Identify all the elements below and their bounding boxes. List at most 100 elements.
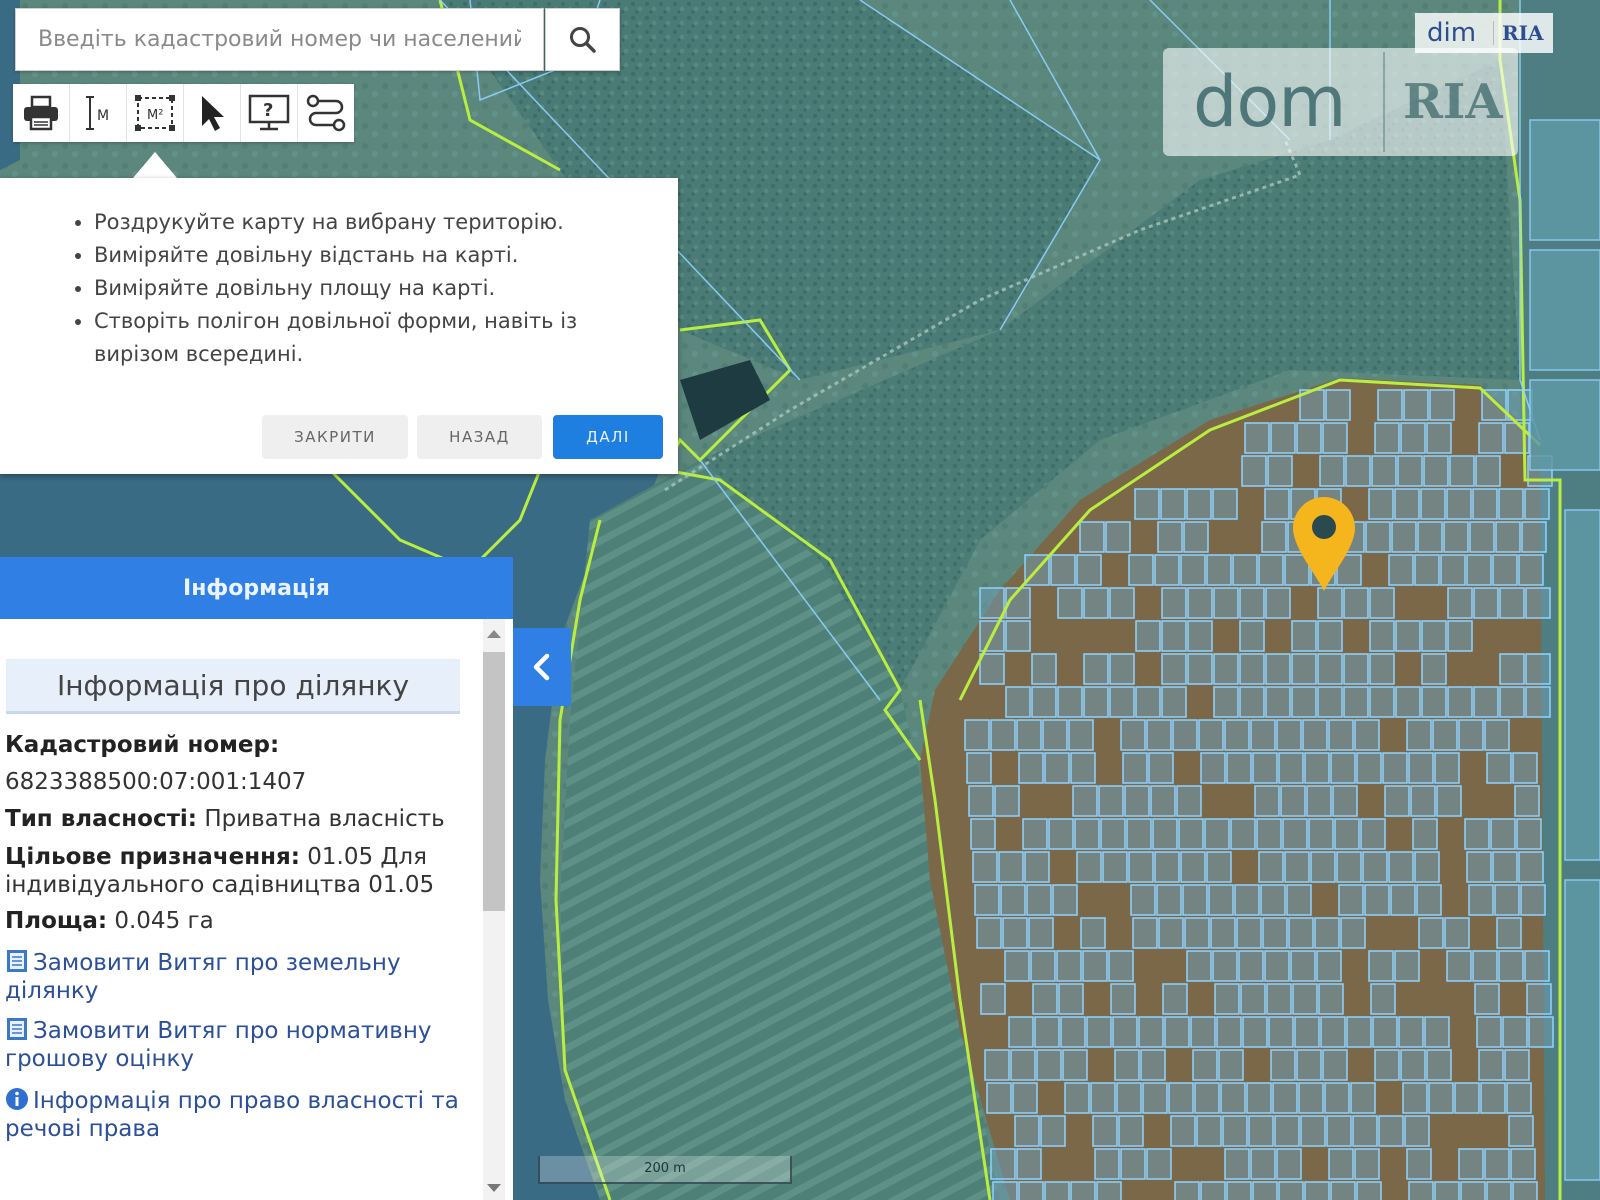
parcel-cell[interactable]: [976, 917, 1002, 949]
parcel-cell[interactable]: [1122, 752, 1148, 784]
parcel-cell[interactable]: [1292, 983, 1318, 1015]
parcel-cell[interactable]: [1332, 785, 1358, 817]
parcel-cell[interactable]: [1208, 884, 1234, 916]
scroll-up-arrow-icon[interactable]: [487, 630, 501, 638]
select-tool-button[interactable]: [184, 84, 241, 142]
parcel-cell[interactable]: [1028, 917, 1054, 949]
parcel-cell[interactable]: [1338, 884, 1364, 916]
parcel-cell[interactable]: [1423, 455, 1449, 487]
parcel-cell[interactable]: [1056, 950, 1082, 982]
parcel-cell[interactable]: [972, 851, 998, 883]
parcel-cell[interactable]: [1062, 1049, 1088, 1081]
parcel-cell[interactable]: [1158, 917, 1184, 949]
parcel-cell[interactable]: [1083, 653, 1109, 685]
parcel-cell[interactable]: [1186, 950, 1212, 982]
order-valuation-extract-link[interactable]: Замовити Витяг про нормативну грошову оц…: [5, 1017, 475, 1073]
parcel-cell[interactable]: [1318, 983, 1344, 1015]
parcel-cell[interactable]: [1520, 884, 1546, 916]
parcel-cell[interactable]: [1076, 851, 1102, 883]
parcel-cell[interactable]: [1384, 785, 1410, 817]
parcel-cell[interactable]: [1187, 653, 1213, 685]
parcel-cell[interactable]: [966, 752, 992, 784]
parcel-cell[interactable]: [1250, 719, 1276, 751]
parcel-cell[interactable]: [1478, 422, 1504, 454]
parcel-cell[interactable]: [1466, 851, 1492, 883]
parcel-cell[interactable]: [1010, 1049, 1036, 1081]
parcel-cell[interactable]: [1060, 1016, 1086, 1048]
parcel-cell[interactable]: [1220, 1082, 1246, 1114]
parcel-cell[interactable]: [1182, 884, 1208, 916]
parcel-cell[interactable]: [1498, 950, 1524, 982]
parcel-cell[interactable]: [984, 1049, 1010, 1081]
parcel-cell[interactable]: [1328, 719, 1354, 751]
parcel-cell[interactable]: [1018, 752, 1044, 784]
parcel-cell[interactable]: [1180, 554, 1206, 586]
parcel-cell[interactable]: [1429, 389, 1455, 421]
parcel-cell[interactable]: [1322, 422, 1348, 454]
parcel-cell[interactable]: [1428, 1082, 1454, 1114]
scroll-down-arrow-icon[interactable]: [487, 1184, 501, 1192]
parcel-cell[interactable]: [1302, 719, 1328, 751]
search-button[interactable]: [545, 8, 620, 71]
parcel-cell[interactable]: [1213, 686, 1239, 718]
next-button[interactable]: ДАЛІ: [553, 415, 663, 459]
parcel-cell[interactable]: [1030, 950, 1056, 982]
parcel-cell[interactable]: [1264, 950, 1290, 982]
parcel-cell[interactable]: [1525, 686, 1551, 718]
parcel-cell[interactable]: [1004, 950, 1030, 982]
parcel-cell[interactable]: [1498, 488, 1524, 520]
parcel-cell[interactable]: [1300, 1115, 1326, 1147]
parcel-cell[interactable]: [1002, 917, 1028, 949]
parcel-cell[interactable]: [1034, 1016, 1060, 1048]
parcel-cell[interactable]: [1161, 620, 1187, 652]
parcel-cell[interactable]: [1426, 422, 1452, 454]
parcel-cell[interactable]: [1200, 1181, 1226, 1200]
parcel-cell[interactable]: [1268, 1016, 1294, 1048]
parcel-cell[interactable]: [1116, 1082, 1142, 1114]
parcel-cell[interactable]: [1524, 950, 1550, 982]
parcel-cell[interactable]: [1364, 884, 1390, 916]
parcel-cell[interactable]: [1434, 752, 1460, 784]
parcel-cell[interactable]: [1206, 851, 1232, 883]
parcel-cell[interactable]: [1164, 1016, 1190, 1048]
parcel-cell[interactable]: [1162, 983, 1188, 1015]
parcel-cell[interactable]: [1239, 587, 1265, 619]
parcel-cell[interactable]: [1213, 653, 1239, 685]
parcel-cell[interactable]: [964, 719, 990, 751]
parcel-cell[interactable]: [1510, 1148, 1536, 1180]
parcel-cell[interactable]: [1446, 950, 1472, 982]
parcel-cell[interactable]: [1518, 554, 1544, 586]
parcel-cell[interactable]: [1128, 851, 1154, 883]
parcel-cell[interactable]: [1382, 752, 1408, 784]
parcel-cell[interactable]: [1276, 1148, 1302, 1180]
parcel-cell[interactable]: [1270, 1049, 1296, 1081]
parcel-cell[interactable]: [1368, 950, 1394, 982]
parcel-cell[interactable]: [1374, 422, 1400, 454]
parcel-cell[interactable]: [1296, 422, 1322, 454]
parcel-cell[interactable]: [1436, 785, 1462, 817]
parcel-cell[interactable]: [980, 983, 1006, 1015]
parcel-cell[interactable]: [1322, 1049, 1348, 1081]
parcel-cell[interactable]: [1118, 1115, 1144, 1147]
parcel-cell[interactable]: [1076, 554, 1102, 586]
parcel-cell[interactable]: [1278, 1181, 1304, 1200]
info-scrollbar-thumb[interactable]: [483, 652, 505, 911]
parcel-cell[interactable]: [1426, 1049, 1452, 1081]
parcel-cell[interactable]: [1236, 917, 1262, 949]
parcel-cell[interactable]: [1403, 389, 1429, 421]
collapse-panel-button[interactable]: [513, 628, 571, 706]
parcel-cell[interactable]: [1264, 488, 1290, 520]
parcel-cell[interactable]: [1354, 1148, 1380, 1180]
parcel-cell[interactable]: [1492, 851, 1518, 883]
parcel-cell[interactable]: [1146, 719, 1172, 751]
parcel-cell[interactable]: [1494, 884, 1520, 916]
parcel-cell[interactable]: [1408, 1181, 1434, 1200]
parcel-cell[interactable]: [990, 719, 1016, 751]
parcel-cell[interactable]: [1178, 818, 1204, 850]
parcel-cell[interactable]: [1138, 1016, 1164, 1048]
parcel-cell[interactable]: [1266, 983, 1292, 1015]
parcel-cell[interactable]: [1325, 389, 1351, 421]
parcel-cell[interactable]: [1484, 1148, 1510, 1180]
parcel-cell[interactable]: [1472, 488, 1498, 520]
parcel-cell[interactable]: [1187, 587, 1213, 619]
